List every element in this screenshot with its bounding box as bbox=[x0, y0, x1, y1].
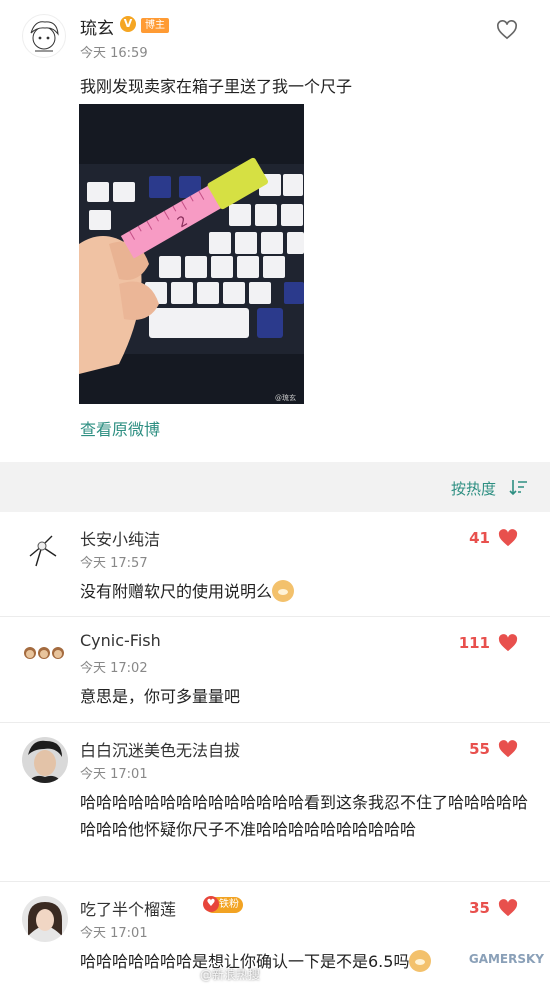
comment-item: 长安小纯洁 今天 17:57 没有附赠软尺的使用说明么 41 bbox=[0, 512, 550, 617]
commenter-avatar[interactable] bbox=[22, 737, 68, 783]
like-count: 55 bbox=[469, 740, 490, 758]
comment-text: 哈哈哈哈哈哈哈哈哈哈哈哈哈哈看到这条我忍不住了哈哈哈哈哈哈哈哈他怀疑你尺子不准哈… bbox=[80, 793, 529, 839]
like-count: 111 bbox=[458, 634, 490, 652]
commenter-name[interactable]: 白白沉迷美色无法自拔 bbox=[80, 737, 240, 761]
gamersky-watermark: GAMERSKY bbox=[468, 952, 544, 966]
comment-text: 意思是，你可多量量吧 bbox=[80, 687, 241, 706]
commenter-name[interactable]: 吃了半个榴莲 bbox=[80, 896, 176, 920]
sort-icon[interactable] bbox=[508, 478, 528, 496]
commenter-name[interactable]: Cynic-Fish bbox=[80, 631, 161, 650]
comment-item: Cynic-Fish 今天 17:02 意思是，你可多量量吧 111 bbox=[0, 617, 550, 723]
heart-icon[interactable] bbox=[498, 529, 518, 547]
author-name[interactable]: 琉玄 bbox=[80, 14, 114, 39]
post-image[interactable]: 2 @琉玄 bbox=[79, 104, 304, 404]
sort-bar: 按热度 bbox=[0, 462, 550, 513]
heart-icon[interactable] bbox=[498, 740, 518, 758]
image-watermark: @琉玄 bbox=[275, 393, 296, 402]
like-count: 41 bbox=[469, 529, 490, 547]
like-outline-icon[interactable] bbox=[496, 20, 518, 40]
blogger-badge: 博主 bbox=[141, 18, 169, 33]
author-avatar[interactable] bbox=[22, 14, 66, 58]
heart-icon[interactable] bbox=[498, 899, 518, 917]
post-time: 今天 16:59 bbox=[80, 46, 148, 61]
view-original-link[interactable]: 查看原微博 bbox=[80, 416, 160, 440]
comment-time: 今天 17:01 bbox=[80, 767, 148, 782]
sort-by-hot-button[interactable]: 按热度 bbox=[451, 478, 496, 499]
doge-emoji-icon bbox=[409, 950, 432, 972]
like-count: 35 bbox=[469, 899, 490, 917]
heart-badge-icon: ♥ bbox=[203, 896, 219, 912]
comment-item: 白白沉迷美色无法自拔 今天 17:01 哈哈哈哈哈哈哈哈哈哈哈哈哈哈看到这条我忍… bbox=[0, 723, 550, 882]
fan-badge: ♥ 铁粉 bbox=[203, 896, 243, 913]
weibo-post: 琉玄 V 博主 今天 16:59 我刚发现卖家在箱子里送了我一个尺子 2 @琉玄… bbox=[0, 0, 550, 462]
post-text: 我刚发现卖家在箱子里送了我一个尺子 bbox=[80, 77, 353, 96]
comment-text: 哈哈哈哈哈哈哈是想让你确认一下是不是6.5吗 bbox=[80, 948, 530, 975]
commenter-avatar[interactable] bbox=[22, 631, 66, 675]
commenter-avatar[interactable] bbox=[22, 526, 66, 570]
verified-icon: V bbox=[120, 16, 136, 32]
comment-time: 今天 17:02 bbox=[80, 661, 148, 676]
sina-watermark: @新浪热搜 bbox=[200, 968, 261, 982]
doge-emoji-icon bbox=[272, 580, 295, 602]
commenter-avatar[interactable] bbox=[22, 896, 68, 942]
comment-time: 今天 17:57 bbox=[80, 556, 148, 571]
comment-time: 今天 17:01 bbox=[80, 926, 148, 941]
comment-item: 吃了半个榴莲 ♥ 铁粉 今天 17:01 哈哈哈哈哈哈哈是想让你确认一下是不是6.… bbox=[0, 882, 550, 991]
heart-icon[interactable] bbox=[498, 634, 518, 652]
commenter-name[interactable]: 长安小纯洁 bbox=[80, 526, 160, 550]
comment-text: 没有附赠软尺的使用说明么 bbox=[80, 578, 530, 605]
